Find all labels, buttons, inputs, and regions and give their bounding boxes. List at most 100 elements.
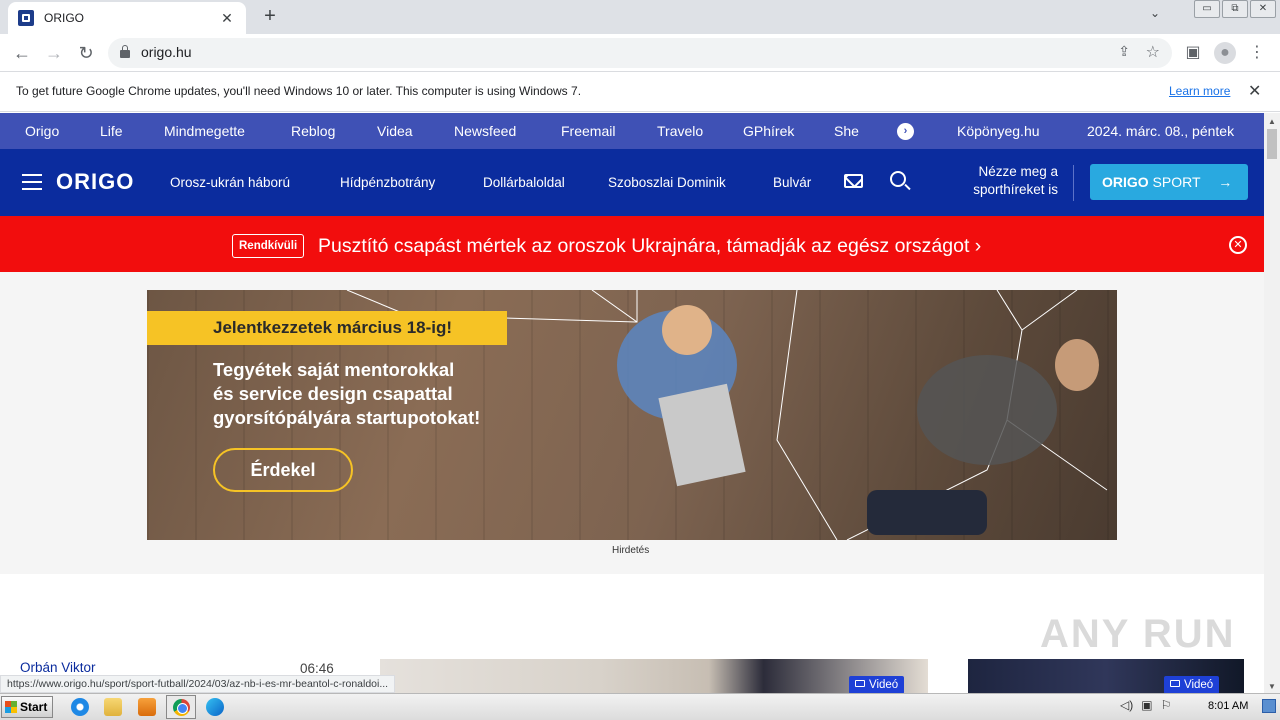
close-window-button[interactable]: ✕ xyxy=(1250,0,1276,18)
sport-note-line1: Nézze meg a xyxy=(978,164,1058,179)
video-camera-icon xyxy=(1170,680,1180,688)
breaking-badge: Rendkívüli xyxy=(232,234,305,258)
header-link-hidpenzbotrany[interactable]: Hídpénzbotrány xyxy=(340,175,435,190)
news-tag-link[interactable]: Orbán Viktor xyxy=(20,660,96,675)
new-tab-button[interactable]: + xyxy=(258,4,282,28)
clock[interactable]: 8:01 AM xyxy=(1208,700,1248,712)
sport-button-label: SPORT xyxy=(1148,174,1201,190)
reload-button[interactable]: ↻ xyxy=(75,42,97,64)
ad-copy: Tegyétek saját mentorokkal és service de… xyxy=(213,358,533,430)
header-link-szoboszlai[interactable]: Szoboszlai Dominik xyxy=(608,175,726,190)
lock-icon[interactable] xyxy=(120,45,130,58)
close-tab-icon[interactable]: ✕ xyxy=(218,10,236,27)
video-badge-label: Videó xyxy=(1184,679,1214,691)
infobar-close-icon[interactable]: ✕ xyxy=(1248,81,1261,101)
header-link-bulvar[interactable]: Bulvár xyxy=(773,175,811,190)
browser-toolbar: ← → ↻ origo.hu ⇪ ☆ ▣ ● ⋮ xyxy=(0,34,1280,72)
network-link-freemail[interactable]: Freemail xyxy=(561,123,615,139)
sport-note: Nézze meg a sporthíreket is xyxy=(950,163,1058,199)
minimize-button[interactable]: ▭ xyxy=(1194,0,1220,18)
weather-link[interactable]: Köpönyeg.hu xyxy=(957,123,1040,139)
network-link-life[interactable]: Life xyxy=(100,123,123,139)
window-controls: ▭ ⧉ ✕ xyxy=(1192,0,1276,18)
scroll-up-arrow-icon[interactable]: ▲ xyxy=(1268,117,1276,126)
tab-origo[interactable]: ORIGO ✕ xyxy=(8,2,246,34)
breaking-news-bar[interactable]: Pusztító csapást mértek az oroszok Ukraj… xyxy=(0,216,1264,272)
video-badge: Videó xyxy=(849,676,905,694)
windows-flag-icon xyxy=(5,701,17,713)
ad-banner[interactable]: Jelentkezzetek március 18-ig! Tegyétek s… xyxy=(147,290,1117,540)
forward-button[interactable]: → xyxy=(43,42,65,64)
start-button[interactable]: Start xyxy=(1,696,53,718)
network-link-videa[interactable]: Videa xyxy=(377,123,413,139)
breaking-headline-text: Pusztító csapást mértek az oroszok Ukraj… xyxy=(318,235,970,257)
chrome-taskbar-button[interactable] xyxy=(166,695,196,719)
network-link-reblog[interactable]: Reblog xyxy=(291,123,335,139)
scroll-down-arrow-icon[interactable]: ▼ xyxy=(1268,682,1276,691)
sport-note-line2: sporthíreket is xyxy=(973,182,1058,197)
origo-favicon-icon xyxy=(18,10,34,26)
watermark: ANY RUN xyxy=(1040,612,1236,656)
origo-sport-button[interactable]: ORIGO SPORT → xyxy=(1090,164,1248,200)
address-bar[interactable]: origo.hu ⇪ ☆ xyxy=(108,38,1172,68)
back-button[interactable]: ← xyxy=(11,42,33,64)
browser-menu-icon[interactable]: ⋮ xyxy=(1246,42,1268,64)
search-icon[interactable] xyxy=(890,171,911,191)
ad-copy-line1: Tegyétek saját mentorokkal xyxy=(213,359,455,380)
header-link-orosz-ukran[interactable]: Orosz-ukrán háború xyxy=(170,175,290,190)
ad-copy-line2: és service design csapattal xyxy=(213,383,453,404)
tab-title: ORIGO xyxy=(44,11,85,25)
network-link-she[interactable]: She xyxy=(834,123,859,139)
network-link-newsfeed[interactable]: Newsfeed xyxy=(454,123,516,139)
volume-icon[interactable]: ◁) xyxy=(1120,698,1133,712)
current-date: 2024. márc. 08., péntek xyxy=(1087,123,1235,139)
network-icon[interactable]: ▣ xyxy=(1141,698,1152,712)
article-thumbnail[interactable]: Videó xyxy=(968,659,1244,694)
tab-strip: ORIGO ✕ + ⌄ ▭ ⧉ ✕ xyxy=(0,0,1280,34)
edge-icon[interactable] xyxy=(206,698,224,716)
network-link-gphirek[interactable]: GPhírek xyxy=(743,123,794,139)
infobar-message: To get future Google Chrome updates, you… xyxy=(16,84,582,98)
learn-more-link[interactable]: Learn more xyxy=(1169,84,1230,98)
tab-search-chevron-icon[interactable]: ⌄ xyxy=(1150,6,1160,20)
site-logo[interactable]: ORIGO xyxy=(56,169,134,195)
ad-label: Hirdetés xyxy=(612,545,650,556)
nav-more-chevron-icon[interactable]: › xyxy=(897,123,914,140)
breaking-headline[interactable]: Pusztító csapást mértek az oroszok Ukraj… xyxy=(318,235,981,258)
show-desktop-button[interactable] xyxy=(1262,699,1276,713)
url-text[interactable]: origo.hu xyxy=(141,44,192,60)
header-link-dollarbaloldal[interactable]: Dollárbaloldal xyxy=(483,175,565,190)
breaking-close-icon[interactable]: ✕ xyxy=(1229,236,1247,254)
page-scrollbar[interactable]: ▲ ▼ xyxy=(1264,113,1280,693)
bookmark-star-icon[interactable]: ☆ xyxy=(1146,42,1160,62)
mail-icon[interactable] xyxy=(844,174,863,188)
restore-button[interactable]: ⧉ xyxy=(1222,0,1248,18)
chrome-icon xyxy=(173,699,190,716)
status-bar-url: https://www.origo.hu/sport/sport-futball… xyxy=(0,675,396,693)
system-tray: ◁) ▣ ⚐ xyxy=(1120,698,1171,712)
start-label: Start xyxy=(20,700,48,714)
update-infobar: To get future Google Chrome updates, you… xyxy=(0,72,1280,112)
network-link-mindmegette[interactable]: Mindmegette xyxy=(164,123,245,139)
profile-avatar[interactable]: ● xyxy=(1214,42,1236,64)
internet-explorer-icon[interactable] xyxy=(71,698,89,716)
network-link-travelo[interactable]: Travelo xyxy=(657,123,703,139)
share-icon[interactable]: ⇪ xyxy=(1118,43,1130,60)
sport-button-brand: ORIGO xyxy=(1102,174,1149,190)
header-divider xyxy=(1073,165,1074,201)
media-player-icon[interactable] xyxy=(138,698,156,716)
action-center-flag-icon[interactable]: ⚐ xyxy=(1161,698,1172,712)
file-explorer-icon[interactable] xyxy=(104,698,122,716)
ad-deadline-tag: Jelentkezzetek március 18-ig! xyxy=(147,311,507,345)
network-nav: Origo Life Mindmegette Reblog Videa News… xyxy=(0,113,1264,149)
network-link-origo[interactable]: Origo xyxy=(25,123,59,139)
site-header: ORIGO Orosz-ukrán háború Hídpénzbotrány … xyxy=(0,149,1264,216)
hamburger-menu-icon[interactable] xyxy=(22,174,42,190)
ad-copy-line3: gyorsítópályára startupotokat! xyxy=(213,407,481,428)
windows-taskbar: Start ◁) ▣ ⚐ 8:01 AM xyxy=(0,693,1280,720)
ad-cta-button[interactable]: Érdekel xyxy=(213,448,353,492)
arrow-right-icon: → xyxy=(1218,174,1233,190)
side-panel-icon[interactable]: ▣ xyxy=(1182,42,1204,64)
scrollbar-thumb[interactable] xyxy=(1267,129,1277,159)
article-thumbnail[interactable]: Videó xyxy=(380,659,928,694)
